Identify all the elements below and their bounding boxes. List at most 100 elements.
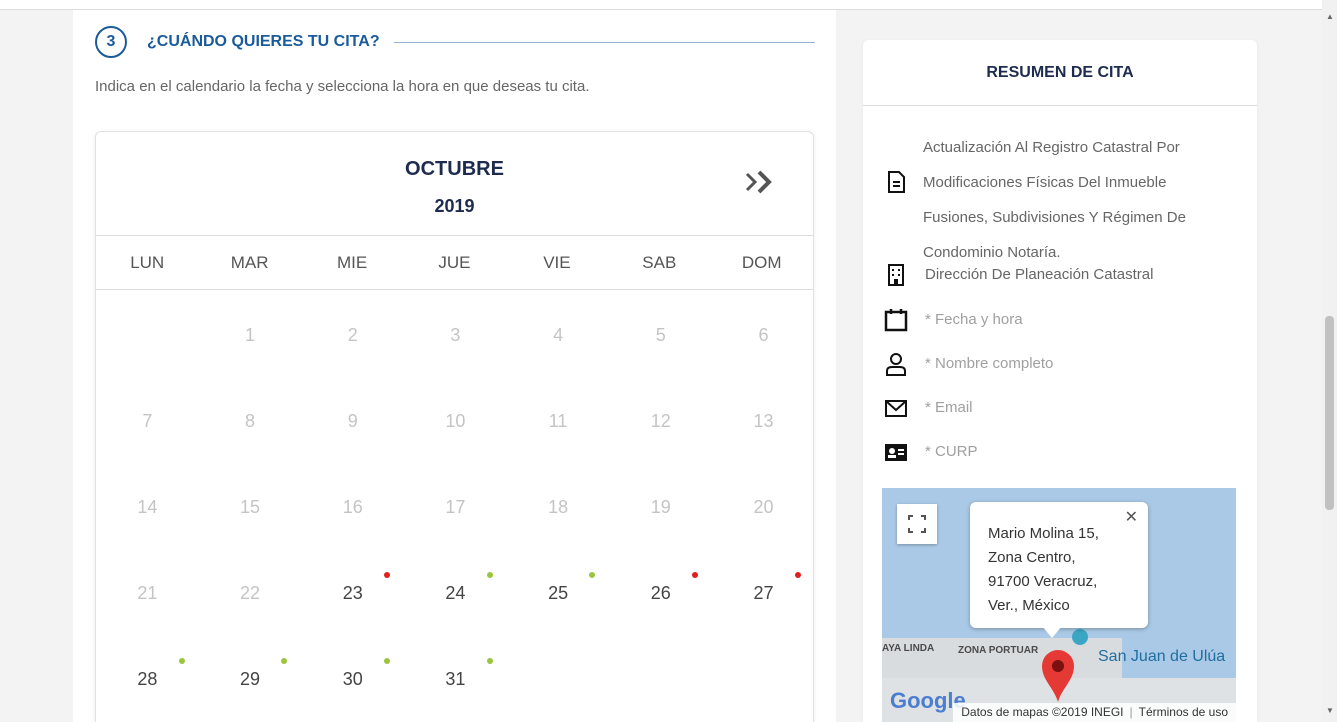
address-line: Mario Molina 15, bbox=[988, 525, 1099, 542]
address-line: Zona Centro, bbox=[988, 549, 1076, 566]
address-line: Ver., México bbox=[988, 597, 1070, 614]
day-number: 11 bbox=[548, 411, 568, 431]
calendar-day-12: 12 bbox=[609, 378, 712, 464]
terms-link[interactable]: Términos de uso bbox=[1139, 705, 1228, 719]
calendar-day-29[interactable]: 29 bbox=[199, 636, 302, 722]
calendar-day-7: 7 bbox=[96, 378, 199, 464]
calendar-header: OCTUBRE 2019 bbox=[96, 132, 813, 236]
calendar-month: OCTUBRE bbox=[405, 158, 504, 180]
map-label: ZONA PORTUAR bbox=[958, 645, 1039, 656]
map-info-popup: ✕ Mario Molina 15, Zona Centro, 91700 Ve… bbox=[970, 502, 1148, 628]
day-number: 13 bbox=[753, 411, 774, 431]
calendar-day-9: 9 bbox=[301, 378, 404, 464]
map-poi-label: San Juan de Ulúa bbox=[1098, 648, 1226, 665]
calendar-day-17: 17 bbox=[404, 464, 507, 550]
close-icon[interactable]: ✕ bbox=[1125, 506, 1138, 530]
day-number: 10 bbox=[445, 411, 466, 431]
step-header: 3 ¿CUÁNDO QUIERES TU CITA? bbox=[95, 24, 815, 60]
popup-arrow bbox=[1042, 626, 1062, 638]
next-month-button[interactable] bbox=[741, 164, 781, 200]
divider bbox=[393, 41, 815, 43]
fullscreen-button[interactable] bbox=[897, 504, 937, 544]
envelope-icon bbox=[885, 400, 907, 417]
day-number: 6 bbox=[758, 325, 769, 345]
map-attribution: Datos de mapas ©2019 INEGI | Términos de u… bbox=[953, 703, 1236, 722]
calendar-day-19: 19 bbox=[609, 464, 712, 550]
availability-dot bbox=[589, 572, 596, 578]
day-number: 29 bbox=[240, 669, 261, 689]
calendar-day-24[interactable]: 24 bbox=[404, 550, 507, 636]
calendar-day-28[interactable]: 28 bbox=[96, 636, 199, 722]
availability-dot bbox=[384, 572, 391, 578]
day-number: 22 bbox=[240, 583, 261, 603]
day-number: 23 bbox=[342, 583, 363, 603]
calendar-day-21: 21 bbox=[96, 550, 199, 636]
day-grid: 1 2 3 4 5 6 7 8 9 10 11 12 13 14 15 16 17 18 19 20 21 22 23 24 2… bbox=[96, 290, 813, 722]
top-border bbox=[0, 0, 1322, 10]
weekday-label: DOM bbox=[741, 253, 782, 272]
day-number: 2 bbox=[347, 325, 358, 345]
instructions-text: Indica en el calendario la fecha y selec… bbox=[95, 78, 590, 95]
calendar-day-15: 15 bbox=[199, 464, 302, 550]
calendar-day-23[interactable]: 23 bbox=[301, 550, 404, 636]
weekday-label: JUE bbox=[438, 253, 471, 272]
day-number: 18 bbox=[548, 497, 569, 517]
date-field: * Fecha y hora bbox=[925, 311, 1023, 328]
day-number: 8 bbox=[245, 411, 256, 431]
name-field: * Nombre completo bbox=[925, 355, 1054, 372]
id-card-icon bbox=[885, 444, 907, 461]
service-name: Actualización Al Registro Catastral Por … bbox=[923, 139, 1186, 261]
day-number: 30 bbox=[342, 669, 363, 689]
day-number: 12 bbox=[650, 411, 671, 431]
scroll-down-icon[interactable]: ▼ bbox=[1326, 706, 1334, 715]
availability-dot bbox=[486, 658, 493, 664]
day-number: 19 bbox=[650, 497, 671, 517]
step-title: ¿CUÁNDO QUIERES TU CITA? bbox=[147, 33, 380, 50]
fullscreen-icon bbox=[908, 515, 926, 533]
day-number: 25 bbox=[548, 583, 569, 603]
scroll-up-icon[interactable]: ▲ bbox=[1326, 12, 1334, 21]
weekday-label: MIE bbox=[336, 253, 368, 272]
calendar-day-27[interactable]: 27 bbox=[712, 550, 813, 636]
scroll-thumb[interactable] bbox=[1325, 316, 1334, 510]
calendar-day-6: 6 bbox=[712, 292, 813, 378]
weekday-row: LUN MAR MIE JUE VIE SAB DOM bbox=[96, 236, 813, 290]
calendar-day-13: 13 bbox=[712, 378, 813, 464]
calendar-day-30[interactable]: 30 bbox=[301, 636, 404, 722]
step-number: 3 bbox=[95, 26, 127, 58]
service-row bbox=[883, 169, 909, 195]
calendar-day-2: 2 bbox=[301, 292, 404, 378]
scrollbar[interactable]: ▲ ▼ bbox=[1322, 0, 1337, 722]
day-number: 5 bbox=[655, 325, 666, 345]
office-name: Dirección De Planeación Catastral bbox=[925, 266, 1154, 283]
calendar-day-3: 3 bbox=[404, 292, 507, 378]
day-number: 20 bbox=[753, 497, 774, 517]
availability-dot bbox=[794, 572, 801, 578]
location-map[interactable]: AYA LINDA ZONA PORTUAR San Juan de Ulúa … bbox=[882, 488, 1236, 722]
weekday-label: VIE bbox=[543, 253, 571, 272]
day-number: 16 bbox=[342, 497, 363, 517]
email-row: * Email bbox=[883, 392, 973, 424]
location-pin-icon[interactable] bbox=[1040, 648, 1076, 704]
name-row: * Nombre completo bbox=[883, 348, 1053, 380]
weekday-label: MAR bbox=[230, 253, 269, 272]
date-row: * Fecha y hora bbox=[883, 304, 1023, 336]
user-icon bbox=[886, 353, 906, 376]
calendar-day-31[interactable]: 31 bbox=[404, 636, 507, 722]
day-number: 31 bbox=[445, 669, 466, 689]
day-number: 17 bbox=[445, 497, 466, 517]
calendar-day-16: 16 bbox=[301, 464, 404, 550]
calendar-day-26[interactable]: 26 bbox=[609, 550, 712, 636]
address-line: 91700 Veracruz, bbox=[988, 573, 1098, 590]
calendar-day-empty bbox=[96, 292, 199, 378]
calendar-day-14: 14 bbox=[96, 464, 199, 550]
document-icon bbox=[888, 171, 905, 193]
day-number: 28 bbox=[137, 669, 158, 689]
calendar-day-25[interactable]: 25 bbox=[507, 550, 610, 636]
appointment-panel: 3 ¿CUÁNDO QUIERES TU CITA? Indica en el … bbox=[73, 10, 836, 722]
calendar-day-11: 11 bbox=[507, 378, 610, 464]
calendar-day-22: 22 bbox=[199, 550, 302, 636]
summary-title: RESUMEN DE CITA bbox=[863, 40, 1257, 106]
calendar-day-10: 10 bbox=[404, 378, 507, 464]
day-number: 27 bbox=[753, 583, 774, 603]
